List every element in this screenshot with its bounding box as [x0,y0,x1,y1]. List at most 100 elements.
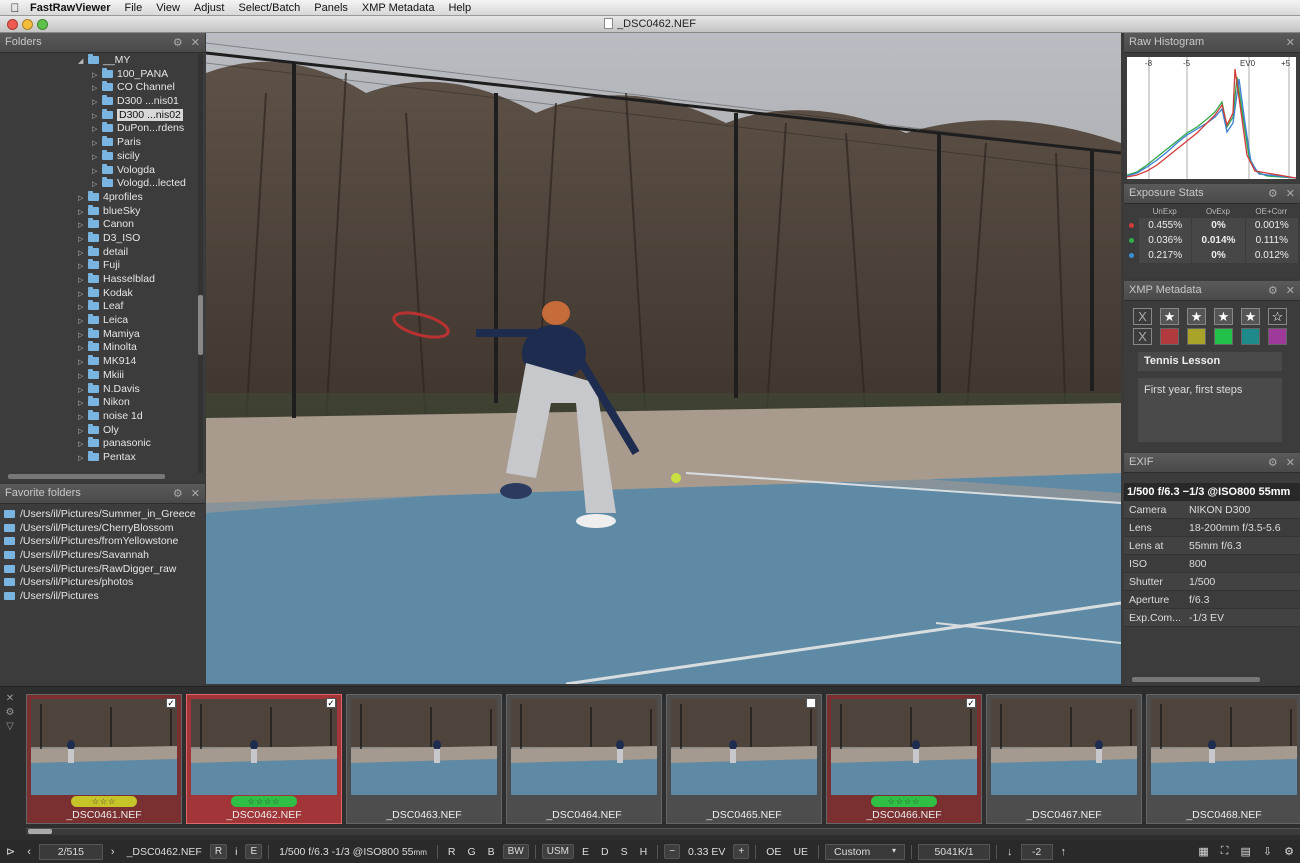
expand-arrow-icon[interactable]: ▷ [92,96,102,110]
filmstrip-thumbnail[interactable]: ✓ ☆☆☆ _DSC0461.NEF [26,694,182,824]
filmstrip-thumbnail[interactable]: _DSC0463.NEF [346,694,502,824]
main-image-view[interactable] [206,33,1121,684]
down-arrow-icon[interactable]: ↓ [1003,845,1017,859]
color-label-4[interactable] [1241,328,1260,345]
expand-arrow-icon[interactable]: ▷ [78,452,88,466]
folder-tree-item[interactable]: ▷ Mamiya [0,327,197,343]
tint-field[interactable]: -2 [1020,843,1053,860]
white-balance-field[interactable]: 5041K/1 [918,843,991,860]
usm-button[interactable]: USM [541,844,574,859]
xmp-title-field[interactable]: Tennis Lesson [1138,352,1282,371]
rating-star-3[interactable]: ★ [1214,308,1233,325]
filmstrip-thumbnail[interactable]: ✓ ☆☆☆☆ _DSC0466.NEF [826,694,982,824]
gear-icon[interactable]: ⚙ [1268,284,1278,297]
select-checkbox[interactable]: ✓ [166,698,176,708]
channel-b-button[interactable]: B [484,845,499,859]
expand-arrow-icon[interactable]: ▷ [92,123,102,137]
folder-tree-item[interactable]: ▷ D3_ISO [0,231,197,247]
expand-arrow-icon[interactable]: ▷ [78,233,88,247]
expand-arrow-icon[interactable]: ▷ [78,274,88,288]
s-mode-button[interactable]: S [617,845,632,859]
close-icon[interactable]: ✕ [191,487,200,500]
folder-tree-item[interactable]: ▷ Leaf [0,300,197,314]
profile-select[interactable]: Custom ▾ [825,843,906,860]
select-checkbox[interactable] [806,698,816,708]
close-icon[interactable]: ✕ [1286,456,1295,469]
layout-icon[interactable]: ▤ [1237,844,1255,859]
filmstrip-thumbnail[interactable]: _DSC0467.NEF [986,694,1142,824]
d-mode-button[interactable]: D [597,845,613,859]
color-label-2[interactable] [1187,328,1206,345]
folder-tree-item[interactable]: ◢ __MY [0,54,197,68]
e-button[interactable]: E [245,844,263,859]
filmstrip-thumbnail[interactable]: _DSC0464.NEF [506,694,662,824]
expand-arrow-icon[interactable]: ▷ [92,178,102,192]
ev-plus-button[interactable]: + [733,844,750,859]
next-icon[interactable]: › [107,845,119,859]
expand-arrow-icon[interactable]: ▷ [78,425,88,439]
prev-icon[interactable]: ‹ [23,845,35,859]
expand-arrow-icon[interactable]: ▷ [78,342,88,356]
menu-xmp-metadata[interactable]: XMP Metadata [362,2,435,14]
folder-tree-item[interactable]: ▷ 4profiles [0,190,197,206]
gear-icon[interactable]: ⚙ [1268,187,1278,200]
grid-icon[interactable]: ▦ [1194,844,1212,859]
reject-button[interactable]: X [1133,308,1152,325]
channel-r-button[interactable]: R [444,845,460,859]
image-counter[interactable]: 2/515 [38,843,103,860]
close-icon[interactable]: ✕ [6,693,14,704]
expand-arrow-icon[interactable]: ▷ [92,151,102,165]
menu-adjust[interactable]: Adjust [194,2,225,14]
favorite-folder-item[interactable]: /Users/il/Pictures/RawDigger_raw [4,563,205,577]
folder-tree-item[interactable]: ▷ Leica [0,314,197,328]
color-label-5[interactable] [1268,328,1287,345]
filter-icon[interactable]: ▽ [6,721,14,732]
select-checkbox[interactable]: ✓ [966,698,976,708]
folder-tree-item[interactable]: ▷ noise 1d [0,409,197,425]
ev-minus-button[interactable]: − [664,844,681,859]
expand-arrow-icon[interactable]: ▷ [78,192,88,206]
expand-arrow-icon[interactable]: ▷ [78,411,88,425]
expand-arrow-icon[interactable]: ▷ [78,438,88,452]
folder-tree-item[interactable]: ▷ sicily [0,149,197,165]
favorite-folder-item[interactable]: /Users/il/Pictures/photos [4,576,205,590]
folder-tree-item[interactable]: ▷ D300 ...nis01 [0,95,197,109]
folder-tree-item[interactable]: ▷ Paris [0,136,197,150]
xmp-description-field[interactable]: First year, first steps [1138,378,1282,442]
e-mode-button[interactable]: E [578,845,593,859]
favorite-folder-item[interactable]: /Users/il/Pictures/Summer_in_Greece [4,508,205,522]
expand-arrow-icon[interactable]: ▷ [78,356,88,370]
settings-icon[interactable]: ⚙ [1280,844,1298,859]
expand-arrow-icon[interactable]: ▷ [78,260,88,274]
no-label-button[interactable]: X [1133,328,1152,345]
channel-g-button[interactable]: G [463,845,479,859]
fullscreen-icon[interactable]: ⛶ [1217,844,1233,859]
expand-arrow-icon[interactable]: ▷ [92,165,102,179]
folder-tree-item[interactable]: ▷ detail [0,245,197,260]
apple-icon[interactable]:  [0,1,30,15]
menu-file[interactable]: File [125,2,143,14]
export-icon[interactable]: ⇩ [1259,844,1276,859]
color-label-3[interactable] [1214,328,1233,345]
folder-tree-item[interactable]: ▷ MK914 [0,355,197,369]
expand-arrow-icon[interactable]: ▷ [78,301,88,315]
close-icon[interactable]: ✕ [1286,36,1295,49]
folder-tree-item[interactable]: ▷ N.Davis [0,382,197,397]
expand-arrow-icon[interactable]: ▷ [78,329,88,343]
expand-arrow-icon[interactable]: ▷ [78,370,88,384]
close-icon[interactable]: ✕ [1286,284,1295,297]
folder-tree-item[interactable]: ▷ Kodak [0,286,197,302]
expand-arrow-icon[interactable]: ▷ [78,288,88,302]
select-checkbox[interactable]: ✓ [326,698,336,708]
scrollbar-thumb[interactable] [198,295,203,355]
up-arrow-icon[interactable]: ↑ [1057,845,1071,859]
expand-arrow-icon[interactable]: ▷ [78,397,88,411]
expand-arrow-icon[interactable]: ◢ [78,55,88,69]
menu-panels[interactable]: Panels [314,2,348,14]
folder-tree-item[interactable]: ▷ DuPon...rdens [0,122,197,136]
folder-tree-item[interactable]: ▷ Hasselblad [0,273,197,287]
folder-tree-item[interactable]: ▷ D300 ...nis02 [0,108,197,123]
filmstrip-thumbnail[interactable]: _DSC0465.NEF [666,694,822,824]
folder-tree-item[interactable]: ▷ Nikon [0,396,197,410]
favorite-folder-item[interactable]: /Users/il/Pictures/Savannah [4,549,205,563]
